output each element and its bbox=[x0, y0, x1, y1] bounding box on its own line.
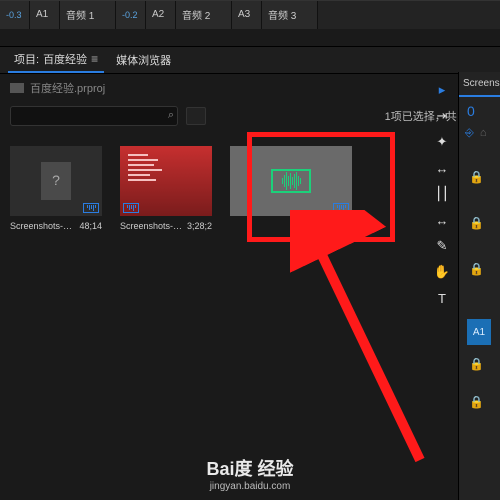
audio-badge-icon bbox=[83, 203, 99, 213]
lock-icon[interactable]: 🔒 bbox=[469, 170, 500, 184]
lock-icon[interactable]: 🔒 bbox=[469, 262, 500, 276]
bin-meta: 3:28.38592 bbox=[307, 221, 352, 231]
bin-item-selected[interactable]: 3:28.38592 bbox=[230, 146, 352, 231]
selection-tool[interactable]: ▸ bbox=[430, 78, 454, 102]
db-value: -0.3 bbox=[6, 10, 22, 20]
slip-tool[interactable]: ↔ bbox=[430, 208, 454, 232]
unknown-file-icon bbox=[41, 162, 71, 200]
audio-badge-icon bbox=[123, 203, 139, 213]
bin-item[interactable]: Screenshots-20210110-1... 48;14 bbox=[10, 146, 102, 231]
snap-icon[interactable]: ⎆ bbox=[465, 127, 474, 140]
watermark-logo: Bai度 经验 bbox=[0, 455, 500, 481]
db-value: -0.2 bbox=[122, 10, 138, 20]
panel-menu-icon[interactable]: ≡ bbox=[91, 52, 98, 66]
bin-icon bbox=[10, 83, 24, 93]
waveform-icon bbox=[271, 169, 311, 193]
track-label: 音频 2 bbox=[182, 7, 210, 22]
lock-icon[interactable]: 🔒 bbox=[469, 216, 500, 230]
project-bins: Screenshots-20210110-1... 48;14 Screensh… bbox=[0, 130, 500, 247]
tab-project-prefix: 项目: bbox=[14, 51, 39, 67]
audio-track-1-header[interactable]: -0.3 A1 音频 1 -0.2 A2 音频 2 A3 音频 3 bbox=[0, 0, 500, 28]
razor-tool[interactable]: ⎮⎮ bbox=[430, 182, 454, 206]
tab-media-browser[interactable]: 媒体浏览器 bbox=[110, 48, 177, 72]
search-icon: ⌕ bbox=[168, 109, 174, 122]
bin-thumb-file[interactable] bbox=[10, 146, 102, 216]
pen-tool[interactable]: ✎ bbox=[430, 234, 454, 258]
audio-badge-icon bbox=[333, 203, 349, 213]
bin-name: Screenshots-20210110... bbox=[120, 221, 184, 231]
thumbnail-content bbox=[128, 154, 162, 181]
bin-name: Screenshots-20210110-1... bbox=[10, 221, 74, 231]
tool-column: ▸ ⇥ ✦ ↔ ⎮⎮ ↔ ✎ ✋ T bbox=[428, 72, 456, 310]
annotation-arrow bbox=[290, 210, 450, 470]
bin-meta: 3;28;2 bbox=[187, 221, 212, 231]
watermark: Bai度 经验 jingyan.baidu.com bbox=[0, 455, 500, 492]
track-select-tool[interactable]: ⇥ bbox=[430, 104, 454, 128]
project-filename: 百度经验.prproj bbox=[30, 80, 105, 96]
watermark-url: jingyan.baidu.com bbox=[0, 481, 500, 492]
lock-icon[interactable]: 🔒 bbox=[469, 357, 500, 371]
spacer bbox=[0, 28, 500, 46]
ripple-edit-tool[interactable]: ✦ bbox=[430, 130, 454, 154]
track-id: A1 bbox=[36, 9, 48, 20]
search-input[interactable] bbox=[10, 106, 178, 126]
rate-stretch-tool[interactable]: ↔ bbox=[430, 156, 454, 180]
track-label: 音频 3 bbox=[268, 7, 296, 22]
right-panel: Screens 0 ⎆ ⌂ 🔒 🔒 🔒 A1 🔒 🔒 bbox=[458, 72, 500, 500]
panel-tabs: 项目: 百度经验 ≡ 媒体浏览器 bbox=[0, 46, 500, 74]
marker-icon[interactable]: ⌂ bbox=[480, 127, 487, 140]
track-body[interactable] bbox=[318, 1, 500, 29]
bin-item[interactable]: Screenshots-20210110... 3;28;2 bbox=[120, 146, 212, 231]
breadcrumb: 百度经验.prproj bbox=[0, 74, 500, 102]
a1-patch[interactable]: A1 bbox=[467, 319, 491, 345]
type-tool[interactable]: T bbox=[430, 286, 454, 310]
bin-thumb-image[interactable] bbox=[120, 146, 212, 216]
bin-meta: 48;14 bbox=[79, 221, 102, 231]
bin-thumb-audio[interactable] bbox=[230, 146, 352, 216]
timecode[interactable]: 0 bbox=[459, 97, 500, 125]
track-label: 音频 1 bbox=[66, 7, 94, 22]
track-id: A3 bbox=[238, 9, 250, 20]
new-bin-button[interactable] bbox=[186, 107, 206, 125]
lock-icon[interactable]: 🔒 bbox=[469, 395, 500, 409]
search-row: ⌕ 1项已选择，共 3 项 bbox=[0, 102, 500, 130]
right-panel-tab[interactable]: Screens bbox=[459, 72, 500, 97]
tab-project[interactable]: 项目: 百度经验 ≡ bbox=[8, 47, 104, 73]
hand-tool[interactable]: ✋ bbox=[430, 260, 454, 284]
track-id: A2 bbox=[152, 9, 164, 20]
tab-project-name: 百度经验 bbox=[43, 51, 87, 67]
